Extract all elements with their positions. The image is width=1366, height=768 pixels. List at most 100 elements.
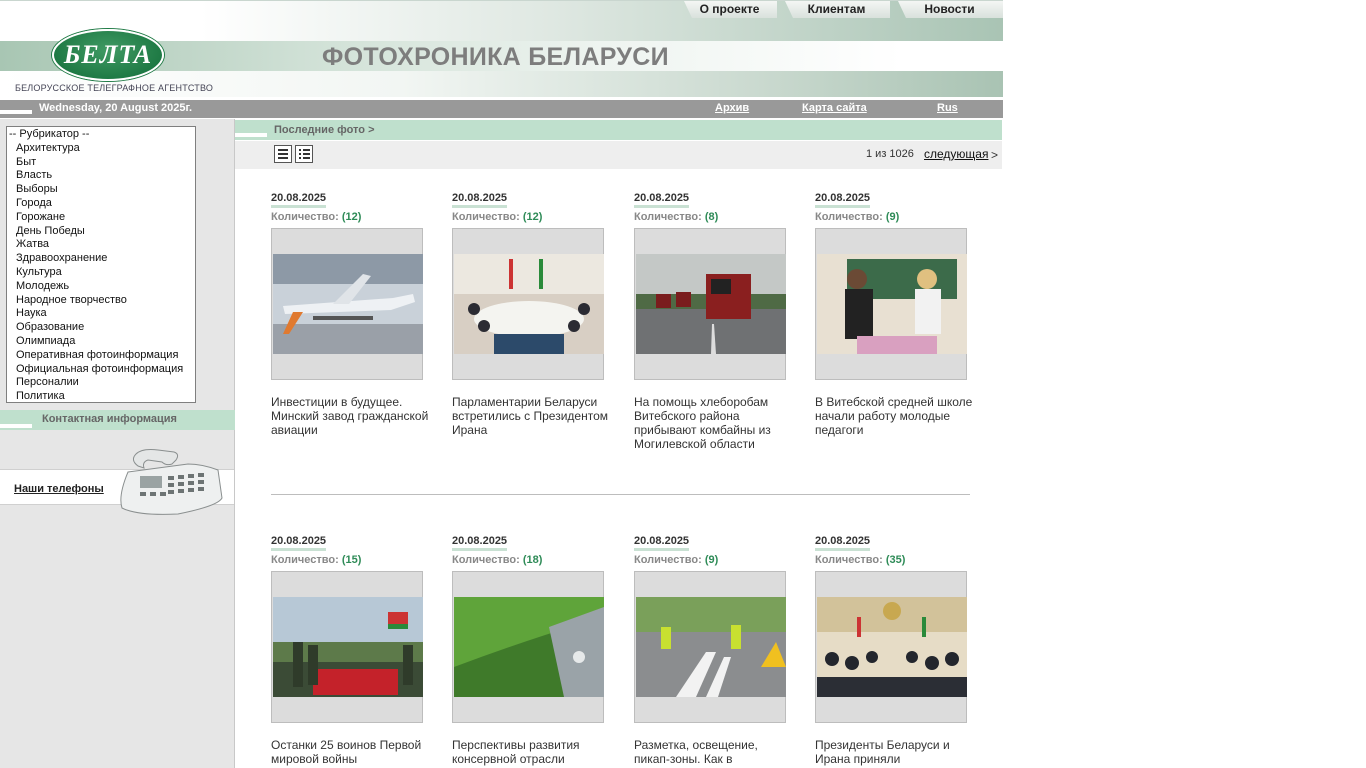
count-label: Количество: xyxy=(634,554,702,566)
card-count: Количество: (15) xyxy=(271,554,431,566)
card-count: Количество: (12) xyxy=(452,211,612,223)
rubric-option[interactable]: Быт xyxy=(7,156,195,170)
card-date[interactable]: 20.08.2025 xyxy=(271,192,327,208)
nav-tab-news[interactable]: Новости xyxy=(898,1,1003,18)
row-divider xyxy=(271,494,970,495)
rubric-option[interactable]: Жатва xyxy=(7,238,195,252)
card-count: Количество: (9) xyxy=(815,211,975,223)
photo-green-peas xyxy=(454,597,604,697)
card-title[interactable]: Парламентарии Беларуси встретились с Пре… xyxy=(452,395,612,437)
count-value: (12) xyxy=(522,211,543,223)
card-title[interactable]: Инвестиции в будущее. Минский завод граж… xyxy=(271,395,431,437)
rubric-option[interactable]: Образование xyxy=(7,321,195,335)
photo-teachers-classroom xyxy=(817,254,967,354)
our-phones-link[interactable]: Наши телефоны xyxy=(14,483,104,495)
card-title[interactable]: На помощь хлеборобам Витебского района п… xyxy=(634,395,794,451)
rubric-option[interactable]: Власть xyxy=(7,169,195,183)
pager-next-link[interactable]: следующая xyxy=(924,147,988,161)
sitemap-link[interactable]: Карта сайта xyxy=(802,102,867,114)
photo-card: 20.08.2025 Количество: (9) В Витебской с… xyxy=(815,192,975,437)
decorative-stripe xyxy=(235,133,267,137)
photo-aircraft-hangar xyxy=(273,254,423,354)
photo-presidents-hall xyxy=(817,597,967,697)
rubric-option[interactable]: Наука xyxy=(7,307,195,321)
count-label: Количество: xyxy=(634,211,702,223)
rubric-option[interactable]: Политика xyxy=(7,390,195,402)
logo-text: БЕЛТА xyxy=(63,40,153,69)
section-bar: Последние фото > xyxy=(235,120,1002,140)
rubricator-listbox[interactable]: -- Рубрикатор -- Архитектура Быт Власть … xyxy=(6,126,196,403)
rubric-option[interactable]: Народное творчество xyxy=(7,294,195,308)
decorative-stripe xyxy=(0,424,32,428)
sidebar: -- Рубрикатор -- Архитектура Быт Власть … xyxy=(0,119,235,768)
belta-logo[interactable]: БЕЛТА xyxy=(52,29,164,81)
main-content: Последние фото > 1 из 1026 следующая > 2… xyxy=(235,119,1003,768)
section-title[interactable]: Последние фото > xyxy=(274,124,375,136)
photo-card: 20.08.2025 Количество: (12) Инвестиции в… xyxy=(271,192,431,437)
card-count: Количество: (8) xyxy=(634,211,794,223)
photo-card: 20.08.2025 Количество: (9) Разметка, осв… xyxy=(634,535,794,766)
card-date[interactable]: 20.08.2025 xyxy=(634,535,690,551)
rubric-option[interactable]: Оперативная фотоинформация xyxy=(7,349,195,363)
card-count: Количество: (18) xyxy=(452,554,612,566)
count-value: (35) xyxy=(885,554,906,566)
card-date[interactable]: 20.08.2025 xyxy=(634,192,690,208)
rubric-option[interactable]: Олимпиада xyxy=(7,335,195,349)
card-title[interactable]: Президенты Беларуси и Ирана приняли xyxy=(815,738,975,766)
card-date[interactable]: 20.08.2025 xyxy=(271,535,327,551)
count-label: Количество: xyxy=(452,554,520,566)
photo-reburial-ceremony xyxy=(273,597,423,697)
card-date[interactable]: 20.08.2025 xyxy=(815,192,871,208)
card-date[interactable]: 20.08.2025 xyxy=(452,535,508,551)
card-title[interactable]: Останки 25 воинов Первой мировой войны xyxy=(271,738,431,766)
card-count: Количество: (12) xyxy=(271,211,431,223)
count-value: (18) xyxy=(522,554,543,566)
rubric-option[interactable]: Официальная фотоинформация xyxy=(7,363,195,377)
card-title[interactable]: Перспективы развития консервной отрасли xyxy=(452,738,612,766)
card-title[interactable]: Разметка, освещение, пикап-зоны. Как в xyxy=(634,738,794,766)
rubric-option[interactable]: Молодежь xyxy=(7,280,195,294)
rubric-option[interactable]: Архитектура xyxy=(7,142,195,156)
count-label: Количество: xyxy=(271,554,339,566)
rubric-option[interactable]: Города xyxy=(7,197,195,211)
nav-tab-clients[interactable]: Клиентам xyxy=(785,1,890,18)
agency-name: БЕЛОРУССКОЕ ТЕЛЕГРАФНОЕ АГЕНТСТВО xyxy=(15,83,214,93)
telephone-icon xyxy=(120,449,223,515)
photo-meeting-table xyxy=(454,254,604,354)
pager-arrow: > xyxy=(991,148,999,162)
photo-thumbnail[interactable] xyxy=(815,571,967,723)
photo-card: 20.08.2025 Количество: (8) На помощь хле… xyxy=(634,192,794,451)
card-date[interactable]: 20.08.2025 xyxy=(452,192,508,208)
count-label: Количество: xyxy=(815,211,883,223)
detail-list-view-icon[interactable] xyxy=(295,145,313,163)
gallery-toolbar: 1 из 1026 следующая > xyxy=(235,141,1002,169)
count-value: (9) xyxy=(885,211,900,223)
rubric-option[interactable]: Культура xyxy=(7,266,195,280)
card-date[interactable]: 20.08.2025 xyxy=(815,535,871,551)
photo-thumbnail[interactable] xyxy=(452,228,604,380)
archive-link[interactable]: Архив xyxy=(715,102,749,114)
photo-thumbnail[interactable] xyxy=(452,571,604,723)
photo-card: 20.08.2025 Количество: (15) Останки 25 в… xyxy=(271,535,431,766)
contact-info-heading: Контактная информация xyxy=(0,410,235,430)
photo-card: 20.08.2025 Количество: (12) Парламентари… xyxy=(452,192,612,437)
rubric-option[interactable]: Горожане xyxy=(7,211,195,225)
list-view-icon[interactable] xyxy=(274,145,292,163)
site-header: О проекте Клиентам Новости БЕЛТА БЕЛОРУС… xyxy=(0,0,1003,97)
photo-thumbnail[interactable] xyxy=(815,228,967,380)
rubric-option[interactable]: Выборы xyxy=(7,183,195,197)
rubric-option[interactable]: День Победы xyxy=(7,225,195,239)
card-count: Количество: (9) xyxy=(634,554,794,566)
rubric-option[interactable]: -- Рубрикатор -- xyxy=(7,128,195,142)
photo-thumbnail[interactable] xyxy=(271,571,423,723)
top-nav: О проекте Клиентам Новости xyxy=(676,1,1003,18)
count-value: (8) xyxy=(704,211,719,223)
photo-thumbnail[interactable] xyxy=(271,228,423,380)
rubric-option[interactable]: Персоналии xyxy=(7,376,195,390)
language-link[interactable]: Rus xyxy=(937,102,958,114)
nav-tab-about[interactable]: О проекте xyxy=(684,1,777,18)
rubric-option[interactable]: Здравоохранение xyxy=(7,252,195,266)
card-title[interactable]: В Витебской средней школе начали работу … xyxy=(815,395,975,437)
photo-thumbnail[interactable] xyxy=(634,571,786,723)
photo-thumbnail[interactable] xyxy=(634,228,786,380)
